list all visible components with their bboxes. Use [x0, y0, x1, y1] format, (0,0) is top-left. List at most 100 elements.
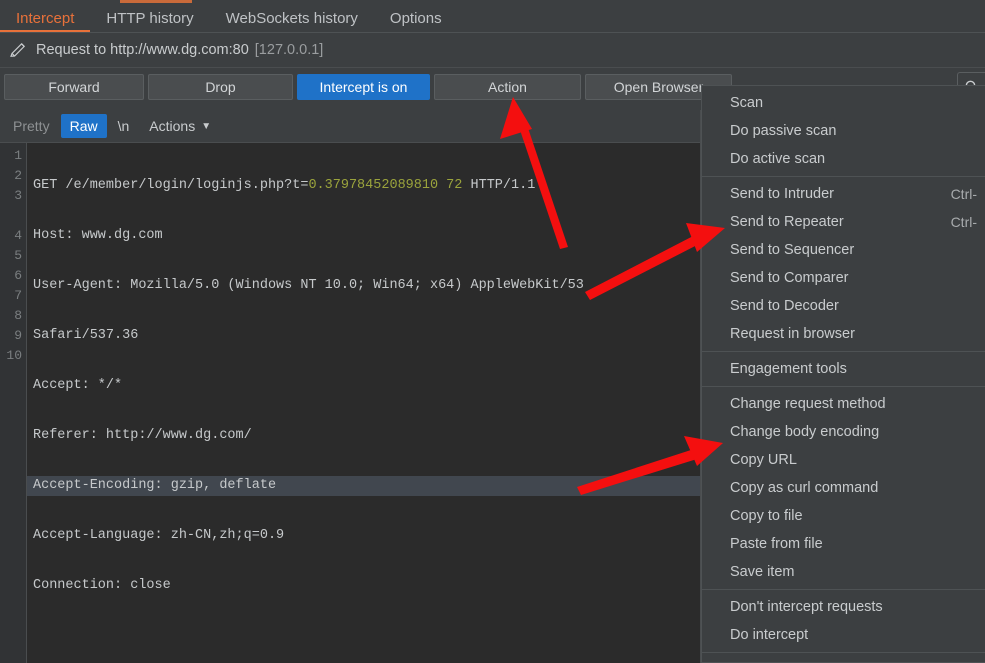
drop-button[interactable]: Drop [148, 74, 293, 100]
request-line-selected: Accept-Encoding: gzip, deflate [27, 476, 700, 496]
menu-separator [702, 652, 985, 653]
menu-item-label: Change request method [730, 396, 886, 412]
menu-item-label: Copy to file [730, 508, 803, 524]
menu-item-copy-as-curl-command[interactable]: Copy as curl command [702, 474, 985, 502]
tab-top-indicator [120, 0, 192, 3]
line-number-gutter: 1 2 3 4 5 6 7 8 9 10 [0, 143, 27, 663]
menu-item-do-active-scan[interactable]: Do active scan [702, 145, 985, 173]
menu-item-change-body-encoding[interactable]: Change body encoding [702, 418, 985, 446]
line-number: 3 [14, 188, 22, 203]
menu-item-label: Paste from file [730, 536, 823, 552]
menu-item-paste-from-file[interactable]: Paste from file [702, 530, 985, 558]
menu-item-label: Save item [730, 564, 795, 580]
menu-separator [702, 176, 985, 177]
menu-item-label: Do active scan [730, 151, 826, 167]
menu-item-scan[interactable]: Scan [702, 89, 985, 117]
menu-item-label: Copy URL [730, 452, 797, 468]
menu-item-shortcut: Ctrl- [950, 186, 977, 202]
forward-button[interactable]: Forward [4, 74, 144, 100]
tab-http-history-label: HTTP history [106, 10, 194, 27]
pretty-view-button[interactable]: Pretty [4, 114, 59, 138]
menu-item-label: Copy as curl command [730, 480, 879, 496]
tab-http-history[interactable]: HTTP history [90, 11, 209, 32]
request-line: Referer: http://www.dg.com/ [33, 428, 252, 443]
menu-item-send-to-intruder[interactable]: Send to Intruder Ctrl- [702, 180, 985, 208]
line-number: 5 [14, 248, 22, 263]
tab-options[interactable]: Options [374, 11, 458, 32]
line-number: 4 [14, 228, 22, 243]
raw-view-button[interactable]: Raw [60, 114, 107, 138]
menu-separator [702, 386, 985, 387]
intercept-toggle-button[interactable]: Intercept is on [297, 74, 430, 100]
menu-item-label: Send to Intruder [730, 186, 834, 202]
request-title-bar: Request to http://www.dg.com:80 [127.0.0… [0, 33, 985, 68]
tab-options-label: Options [389, 10, 442, 27]
tab-intercept[interactable]: Intercept [0, 10, 91, 32]
menu-item-label: Request in browser [730, 326, 855, 342]
main-tab-bar: Intercept HTTP history WebSockets histor… [0, 0, 985, 33]
request-line: Accept: */* [33, 378, 123, 393]
line-number: 10 [6, 348, 22, 363]
request-line-text: GET /e/member/login/loginjs.php?t= [33, 178, 309, 193]
action-context-menu: Scan Do passive scan Do active scan Send… [701, 85, 985, 663]
menu-item-shortcut: Ctrl- [950, 214, 977, 230]
chevron-down-icon: ▼ [201, 120, 212, 132]
menu-item-label: Don't intercept requests [730, 599, 883, 615]
line-number: 9 [14, 328, 22, 343]
burp-suite-window: Intercept HTTP history WebSockets histor… [0, 0, 985, 663]
menu-item-convert-selection[interactable]: Convert selection [702, 656, 985, 662]
request-line-tail: HTTP/1.1 [462, 178, 536, 193]
newline-toggle-button[interactable]: \n [109, 114, 139, 138]
line-number: 2 [14, 168, 22, 183]
menu-item-send-to-comparer[interactable]: Send to Comparer [702, 264, 985, 292]
request-line-number-token: 0.37978452089810 72 [308, 178, 463, 193]
menu-item-label: Send to Decoder [730, 298, 839, 314]
menu-item-copy-to-file[interactable]: Copy to file [702, 502, 985, 530]
editor-view-toolbar: Pretty Raw \n Actions ▼ [0, 110, 700, 143]
action-button[interactable]: Action [434, 74, 581, 100]
menu-item-label: Scan [730, 95, 764, 111]
request-client-ip: [127.0.0.1] [254, 42, 324, 58]
menu-item-label: Send to Repeater [730, 214, 844, 230]
request-line: Accept-Language: zh-CN,zh;q=0.9 [33, 528, 285, 543]
request-title-text: Request to http://www.dg.com:80 [36, 42, 249, 58]
line-number: 7 [14, 288, 22, 303]
request-line: Host: www.dg.com [33, 228, 163, 243]
menu-item-do-intercept[interactable]: Do intercept [702, 621, 985, 649]
menu-item-send-to-decoder[interactable]: Send to Decoder [702, 292, 985, 320]
line-number: 1 [14, 148, 22, 163]
request-line: Safari/537.36 [33, 328, 139, 343]
tab-websockets-history[interactable]: WebSockets history [210, 11, 374, 32]
menu-item-change-request-method[interactable]: Change request method [702, 390, 985, 418]
menu-item-do-passive-scan[interactable]: Do passive scan [702, 117, 985, 145]
menu-item-request-in-browser[interactable]: Request in browser [702, 320, 985, 348]
tab-intercept-label: Intercept [16, 10, 75, 27]
menu-item-engagement-tools[interactable]: Engagement tools [702, 355, 985, 383]
menu-item-copy-url[interactable]: Copy URL [702, 446, 985, 474]
menu-item-send-to-sequencer[interactable]: Send to Sequencer [702, 236, 985, 264]
line-number: 6 [14, 268, 22, 283]
menu-item-label: Do passive scan [730, 123, 837, 139]
pencil-icon [10, 42, 26, 57]
menu-item-label: Engagement tools [730, 361, 847, 377]
tab-websockets-history-label: WebSockets history [225, 10, 358, 27]
menu-item-label: Do intercept [730, 627, 809, 643]
menu-item-label: Send to Comparer [730, 270, 849, 286]
request-line: GET /e/member/login/loginjs.php?t=0.3797… [27, 176, 700, 196]
menu-item-dont-intercept-requests[interactable]: Don't intercept requests [702, 593, 985, 621]
menu-item-label: Send to Sequencer [730, 242, 855, 258]
request-line: User-Agent: Mozilla/5.0 (Windows NT 10.0… [33, 278, 584, 293]
request-editor[interactable]: 1 2 3 4 5 6 7 8 9 10 GET /e/member/login… [0, 143, 700, 663]
menu-item-send-to-repeater[interactable]: Send to Repeater Ctrl- [702, 208, 985, 236]
menu-item-label: Change body encoding [730, 424, 880, 440]
request-line [27, 626, 700, 646]
menu-item-save-item[interactable]: Save item [702, 558, 985, 586]
menu-separator [702, 351, 985, 352]
editor-actions-label: Actions [149, 118, 196, 134]
request-raw-text[interactable]: GET /e/member/login/loginjs.php?t=0.3797… [27, 143, 700, 663]
menu-separator [702, 589, 985, 590]
line-number [0, 206, 26, 226]
request-line: Connection: close [33, 578, 171, 593]
line-number: 8 [14, 308, 22, 323]
editor-actions-button[interactable]: Actions ▼ [140, 114, 220, 138]
